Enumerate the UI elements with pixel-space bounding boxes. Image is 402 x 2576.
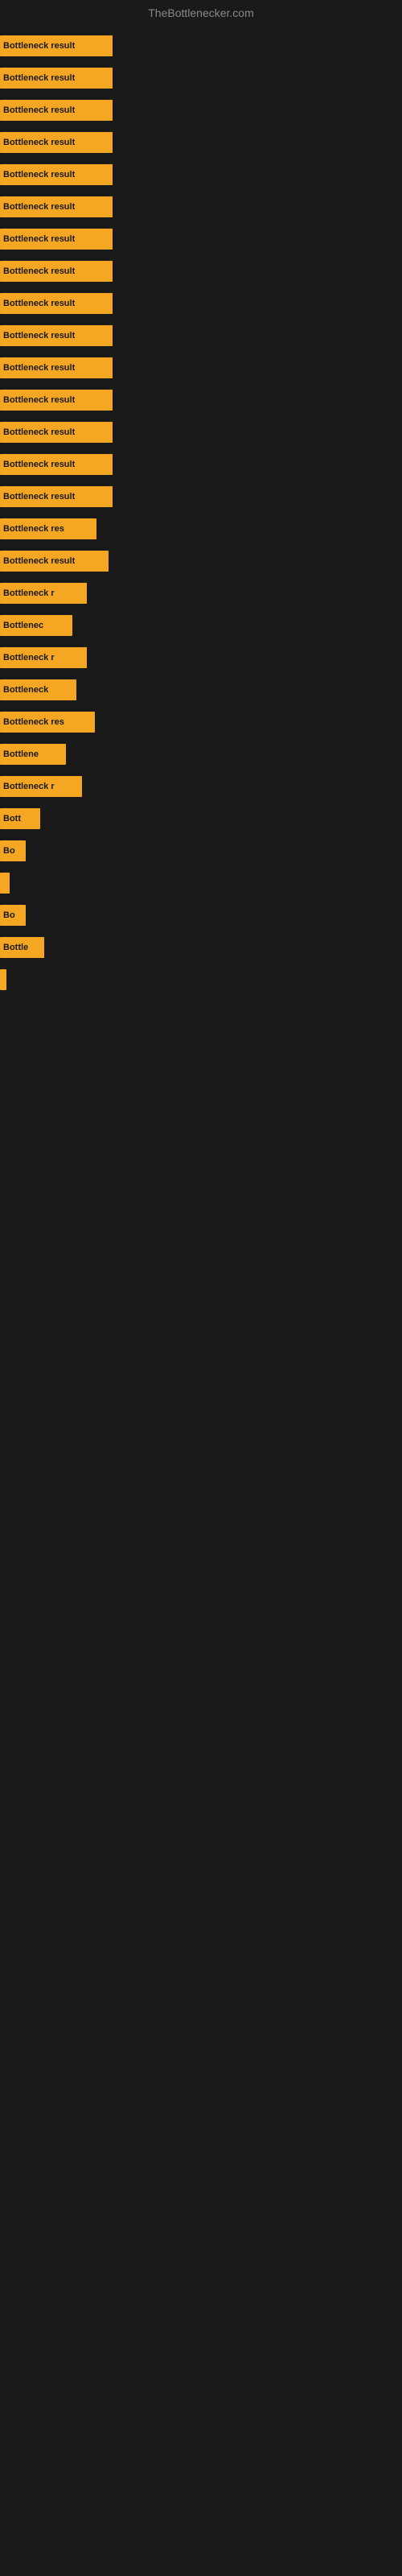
bar-label: Bottleneck result [3, 266, 75, 276]
bar-label: Bottleneck result [3, 105, 75, 115]
bottleneck-bar: Bottleneck result [0, 196, 113, 217]
bar-label: Bottleneck result [3, 234, 75, 244]
bar-row: Bottleneck result [0, 95, 402, 126]
bar-label: Bottleneck r [3, 782, 55, 791]
bar-row: Bo [0, 836, 402, 866]
bar-label: Bo [3, 846, 15, 856]
bar-row: Bottleneck result [0, 256, 402, 287]
bottleneck-bar: Bottleneck r [0, 583, 87, 604]
bar-label: Bo [3, 910, 15, 920]
bar-row: Bottleneck result [0, 159, 402, 190]
header: TheBottlenecker.com [0, 0, 402, 23]
bottleneck-bar: Bottlenec [0, 615, 72, 636]
bottleneck-bar: Bottleneck result [0, 325, 113, 346]
bottleneck-bar: Bottleneck result [0, 390, 113, 411]
bar-label: Bottleneck result [3, 363, 75, 373]
bar-row: Bottlene [0, 739, 402, 770]
site-title: TheBottlenecker.com [148, 6, 254, 19]
bar-label: Bottleneck r [3, 653, 55, 663]
bottleneck-bar: Bottleneck [0, 679, 76, 700]
bar-row: Bottleneck result [0, 320, 402, 351]
bottleneck-bar: Bo [0, 905, 26, 926]
bar-row: Bottleneck result [0, 224, 402, 254]
bottleneck-bar [0, 969, 6, 990]
bar-row: Bottleneck result [0, 417, 402, 448]
bar-label: Bottleneck result [3, 556, 75, 566]
bar-row: Bottleneck r [0, 642, 402, 673]
bar-label: Bottleneck result [3, 73, 75, 83]
bar-row [0, 964, 402, 995]
bar-label: Bottleneck result [3, 138, 75, 147]
bottleneck-bar: Bottleneck result [0, 486, 113, 507]
bar-row: Bottleneck result [0, 353, 402, 383]
bottleneck-bar: Bottleneck result [0, 454, 113, 475]
bar-label: Bottlenec [3, 621, 43, 630]
bar-label: Bottleneck res [3, 524, 64, 534]
bar-label: Bottlene [3, 749, 39, 759]
bar-row: Bott [0, 803, 402, 834]
bottleneck-bar: Bottleneck result [0, 164, 113, 185]
bottleneck-bar: Bottleneck result [0, 261, 113, 282]
bottleneck-bar: Bottleneck r [0, 776, 82, 797]
bar-row: Bottleneck result [0, 127, 402, 158]
bar-label: Bottleneck result [3, 460, 75, 469]
bottleneck-bar: Bottleneck res [0, 518, 96, 539]
bar-row: Bottleneck result [0, 546, 402, 576]
bar-row: Bottleneck res [0, 514, 402, 544]
bottleneck-bar: Bottleneck result [0, 551, 109, 572]
bottleneck-bar: Bottleneck r [0, 647, 87, 668]
bar-label: Bottleneck result [3, 299, 75, 308]
bottleneck-bar: Bottleneck result [0, 68, 113, 89]
bottleneck-bar: Bottleneck result [0, 35, 113, 56]
bar-row: Bottle [0, 932, 402, 963]
bottleneck-bar: Bottleneck result [0, 422, 113, 443]
bar-row [0, 868, 402, 898]
bar-row: Bottleneck result [0, 385, 402, 415]
bar-label: Bottleneck result [3, 331, 75, 341]
bar-label: Bottleneck result [3, 427, 75, 437]
bar-row: Bottleneck result [0, 192, 402, 222]
bottleneck-bar: Bottle [0, 937, 44, 958]
bottleneck-bar: Bottleneck result [0, 100, 113, 121]
bottleneck-bar: Bottleneck result [0, 357, 113, 378]
bar-label: Bottleneck result [3, 395, 75, 405]
bar-label: Bottleneck [3, 685, 48, 695]
bar-label: Bottleneck result [3, 492, 75, 502]
bottleneck-bar: Bott [0, 808, 40, 829]
bar-row: Bottleneck result [0, 288, 402, 319]
bar-row: Bottleneck result [0, 31, 402, 61]
bar-row: Bottleneck [0, 675, 402, 705]
bar-label: Bottleneck result [3, 41, 75, 51]
bar-label: Bottle [3, 943, 28, 952]
bar-row: Bo [0, 900, 402, 931]
bar-label: Bott [3, 814, 21, 824]
bar-label: Bottleneck res [3, 717, 64, 727]
bottleneck-bar: Bo [0, 840, 26, 861]
bar-row: Bottleneck result [0, 63, 402, 93]
bottleneck-bar: Bottleneck res [0, 712, 95, 733]
bar-row: Bottlenec [0, 610, 402, 641]
bar-row: Bottleneck r [0, 771, 402, 802]
bar-label: Bottleneck result [3, 202, 75, 212]
bottleneck-bar: Bottleneck result [0, 293, 113, 314]
bar-row: Bottleneck result [0, 481, 402, 512]
bar-label: Bottleneck result [3, 170, 75, 180]
bars-container: Bottleneck result Bottleneck result Bottle… [0, 23, 402, 1005]
bottleneck-bar: Bottleneck result [0, 132, 113, 153]
bottleneck-bar: Bottleneck result [0, 229, 113, 250]
bar-row: Bottleneck res [0, 707, 402, 737]
bottleneck-bar: Bottlene [0, 744, 66, 765]
bar-label: Bottleneck r [3, 588, 55, 598]
bar-row: Bottleneck result [0, 449, 402, 480]
bar-row: Bottleneck r [0, 578, 402, 609]
bottleneck-bar [0, 873, 10, 894]
